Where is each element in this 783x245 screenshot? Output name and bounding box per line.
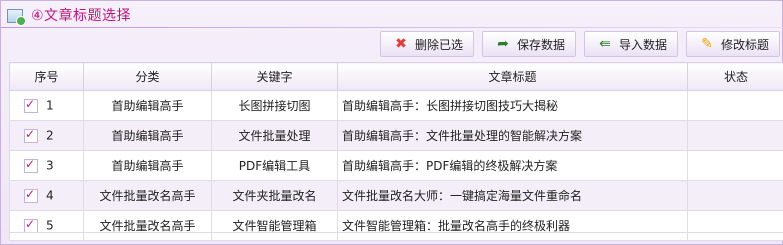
- edit-title-icon: ✎: [701, 36, 713, 52]
- row-checkbox[interactable]: [24, 127, 38, 143]
- table-row[interactable]: 5 文件批量改名高手 文件智能管理箱 文件智能管理箱：批量改名高手的终极利器: [9, 210, 783, 241]
- keyword-cell: PDF编辑工具: [211, 150, 338, 181]
- article-table: 序号 分类 关键字 文章标题 状态 1 首助编辑高手 长图拼接切图 首助编辑高手…: [9, 62, 783, 241]
- title-cell: 首助编辑高手：长图拼接切图技巧大揭秘: [337, 90, 688, 121]
- delete-selected-label: 删除已选: [414, 37, 463, 52]
- category-cell: 首助编辑高手: [83, 120, 212, 151]
- header-title[interactable]: 文章标题: [337, 62, 688, 91]
- toolbar: ✖ 删除已选 ➦ 保存数据 ⇚ 导入数据 ✎ 修改标题: [379, 31, 782, 59]
- row-no-cell: 4: [9, 180, 84, 211]
- save-icon: ➦: [497, 36, 509, 52]
- row-number: 4: [46, 188, 54, 203]
- delete-x-icon: ✖: [395, 36, 407, 52]
- article-title-panel: ④文章标题选择 ✖ 删除已选 ➦ 保存数据 ⇚ 导入数据 ✎ 修改标题 序号 分…: [0, 0, 783, 245]
- row-checkbox[interactable]: [24, 217, 38, 233]
- delete-selected-button[interactable]: ✖ 删除已选: [379, 31, 474, 57]
- header-category[interactable]: 分类: [83, 62, 212, 91]
- header-status[interactable]: 状态: [687, 62, 783, 91]
- row-no-cell: 2: [9, 120, 84, 151]
- title-divider: [1, 27, 783, 28]
- row-no-cell: 5: [9, 210, 84, 241]
- row-checkbox[interactable]: [24, 157, 38, 173]
- row-no-cell: 3: [9, 150, 84, 181]
- row-number: 5: [46, 218, 54, 233]
- category-cell: 首助编辑高手: [83, 90, 212, 121]
- edit-title-button[interactable]: ✎ 修改标题: [685, 31, 780, 57]
- row-number: 3: [46, 158, 54, 173]
- row-no-cell: 1: [9, 90, 84, 121]
- category-cell: 文件批量改名高手: [83, 210, 212, 241]
- row-checkbox[interactable]: [24, 187, 38, 203]
- title-cell: 文件批量改名大师：一键搞定海量文件重命名: [337, 180, 688, 211]
- save-data-button[interactable]: ➦ 保存数据: [481, 31, 576, 57]
- header-keyword[interactable]: 关键字: [211, 62, 338, 91]
- status-cell: [687, 150, 783, 181]
- table-bottom-divider: [9, 232, 783, 233]
- title-cell: 首助编辑高手：PDF编辑的终极解决方案: [337, 150, 688, 181]
- panel-image-icon: [7, 8, 26, 26]
- import-data-button[interactable]: ⇚ 导入数据: [583, 31, 678, 57]
- status-cell: [687, 210, 783, 241]
- save-data-label: 保存数据: [516, 37, 565, 52]
- row-checkbox[interactable]: [24, 97, 38, 113]
- status-cell: [687, 180, 783, 211]
- title-cell: 首助编辑高手：文件批量处理的智能解决方案: [337, 120, 688, 151]
- status-cell: [687, 120, 783, 151]
- table-row[interactable]: 4 文件批量改名高手 文件夹批量改名 文件批量改名大师：一键搞定海量文件重命名: [9, 180, 783, 211]
- keyword-cell: 文件批量处理: [211, 120, 338, 151]
- panel-titlebar: ④文章标题选择: [1, 1, 783, 28]
- keyword-cell: 文件智能管理箱: [211, 210, 338, 241]
- table-header-row: 序号 分类 关键字 文章标题 状态: [9, 62, 783, 91]
- keyword-cell: 长图拼接切图: [211, 90, 338, 121]
- row-number: 2: [46, 128, 54, 143]
- title-cell: 文件智能管理箱：批量改名高手的终极利器: [337, 210, 688, 241]
- table-row[interactable]: 2 首助编辑高手 文件批量处理 首助编辑高手：文件批量处理的智能解决方案: [9, 120, 783, 151]
- header-no[interactable]: 序号: [9, 62, 84, 91]
- row-number: 1: [46, 98, 54, 113]
- import-icon: ⇚: [599, 36, 611, 52]
- status-cell: [687, 90, 783, 121]
- panel-title: ④文章标题选择: [31, 7, 132, 24]
- category-cell: 首助编辑高手: [83, 150, 212, 181]
- edit-title-label: 修改标题: [720, 37, 769, 52]
- keyword-cell: 文件夹批量改名: [211, 180, 338, 211]
- table-row[interactable]: 1 首助编辑高手 长图拼接切图 首助编辑高手：长图拼接切图技巧大揭秘: [9, 90, 783, 121]
- table-row[interactable]: 3 首助编辑高手 PDF编辑工具 首助编辑高手：PDF编辑的终极解决方案: [9, 150, 783, 181]
- import-data-label: 导入数据: [618, 37, 667, 52]
- category-cell: 文件批量改名高手: [83, 180, 212, 211]
